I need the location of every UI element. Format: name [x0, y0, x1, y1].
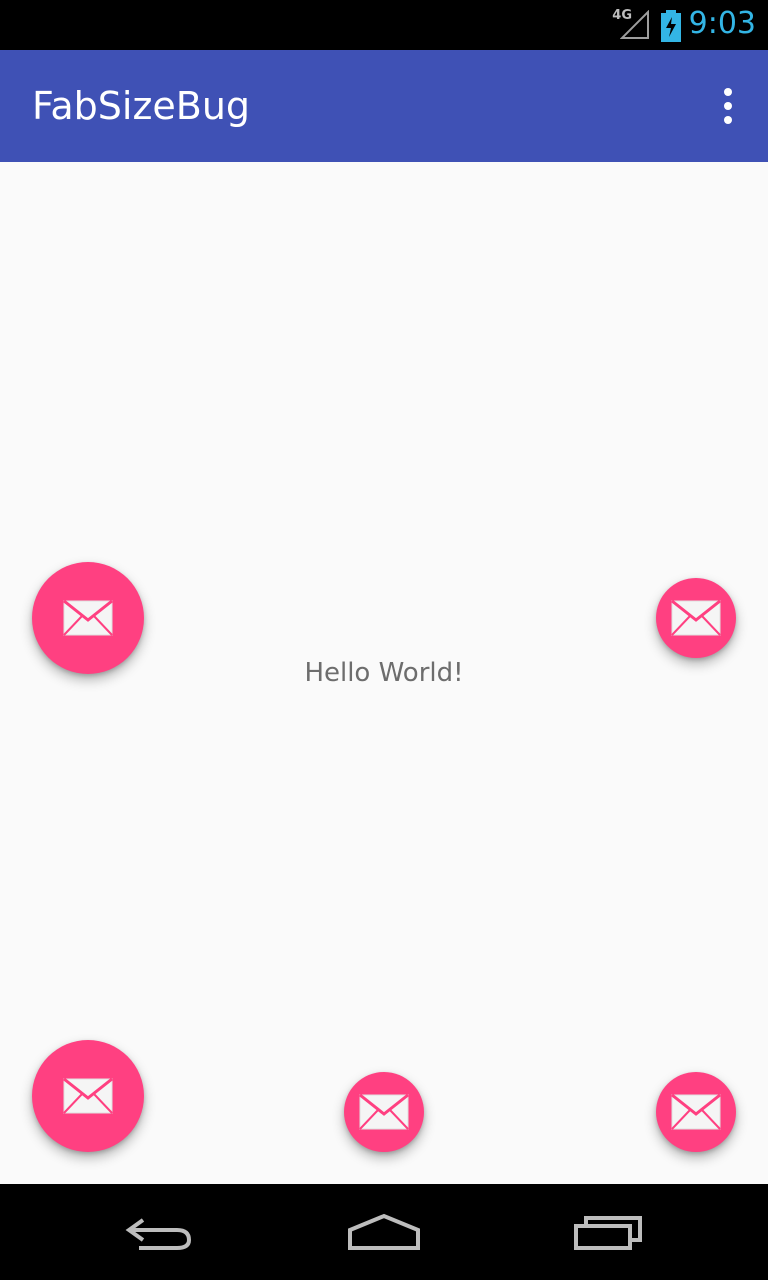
- home-button[interactable]: [336, 1204, 432, 1260]
- fab-bottom-right[interactable]: [646, 1068, 746, 1156]
- fab-bottom-center[interactable]: [334, 1068, 434, 1156]
- overflow-dot: [724, 102, 732, 110]
- mail-icon: [359, 1094, 409, 1130]
- navigation-bar: [0, 1184, 768, 1280]
- content-area: Hello World!: [0, 162, 768, 1184]
- battery-charging-icon: [661, 10, 681, 42]
- fab-top-right[interactable]: [656, 578, 736, 658]
- overflow-dot: [724, 88, 732, 96]
- app-bar: FabSizeBug: [0, 50, 768, 162]
- clock: 9:03: [688, 6, 756, 41]
- fab-top-left[interactable]: [32, 562, 144, 674]
- home-icon: [348, 1213, 420, 1250]
- more-vert-icon[interactable]: [716, 88, 740, 124]
- mail-icon: [671, 1094, 721, 1130]
- signal-icon: [620, 10, 649, 39]
- overflow-dot: [724, 116, 732, 124]
- mail-icon: [63, 1078, 113, 1114]
- fab-bottom-left[interactable]: [32, 1040, 144, 1160]
- status-bar: 4G 9:03: [0, 0, 768, 50]
- mail-icon: [671, 600, 721, 636]
- recents-icon: [574, 1216, 642, 1250]
- back-button[interactable]: [112, 1204, 208, 1260]
- app-title: FabSizeBug: [32, 84, 251, 128]
- back-icon: [125, 1218, 192, 1250]
- recents-button[interactable]: [560, 1204, 656, 1260]
- mail-icon: [63, 600, 113, 636]
